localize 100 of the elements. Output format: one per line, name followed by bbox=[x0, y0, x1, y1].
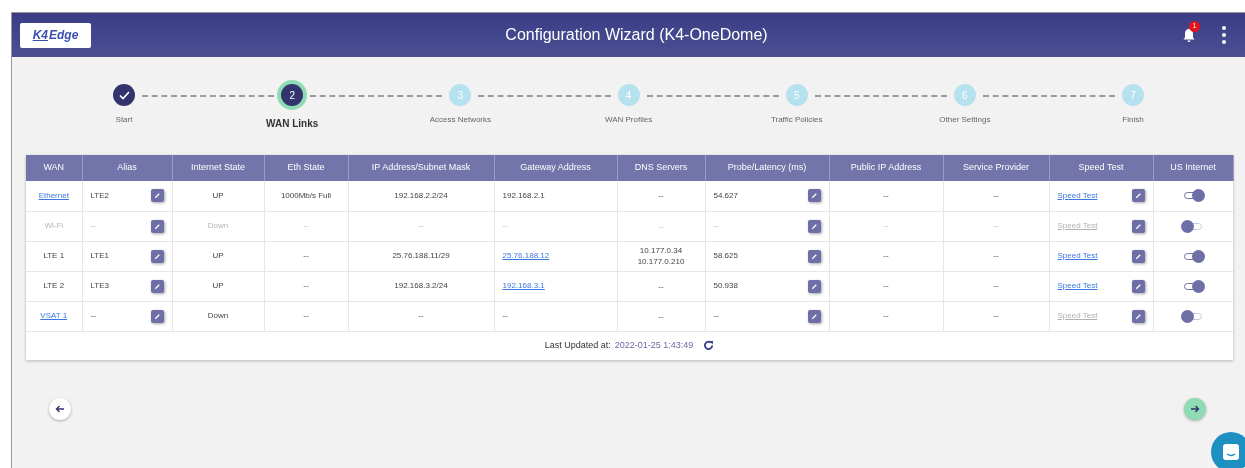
pencil-icon bbox=[1134, 222, 1142, 230]
step-label: Access Networks bbox=[429, 114, 492, 126]
internet-state: UP bbox=[212, 251, 224, 260]
internet-state: UP bbox=[212, 281, 224, 290]
wan-link[interactable]: Ethernet bbox=[38, 190, 69, 200]
column-header: Probe/Latency (ms) bbox=[705, 155, 829, 181]
eth-state: -- bbox=[303, 281, 309, 290]
dns-server: -- bbox=[658, 220, 664, 232]
column-header: Speed Test bbox=[1049, 155, 1153, 181]
alias-text: LTE2 bbox=[90, 189, 110, 202]
service-provider: -- bbox=[993, 190, 999, 200]
pencil-icon bbox=[153, 252, 161, 260]
column-header: Eth State bbox=[264, 155, 348, 181]
gateway-address: -- bbox=[502, 221, 508, 230]
ip-address: -- bbox=[418, 221, 424, 230]
dns-server: 10.177.0.34 bbox=[639, 245, 683, 256]
bell-icon[interactable] bbox=[1182, 27, 1196, 43]
edit-button[interactable] bbox=[1131, 249, 1145, 263]
internet-state: Down bbox=[207, 311, 229, 320]
edit-button[interactable] bbox=[1131, 189, 1145, 203]
gateway-link[interactable]: 192.168.3.1 bbox=[502, 281, 545, 290]
latency-value: 58.625 bbox=[713, 250, 738, 262]
service-provider: -- bbox=[993, 311, 999, 320]
pencil-icon bbox=[153, 282, 161, 290]
dns-server: -- bbox=[658, 190, 664, 202]
step-number: 3 bbox=[449, 84, 472, 106]
logo: K4Edge bbox=[20, 22, 91, 48]
edit-button[interactable] bbox=[807, 249, 821, 263]
ip-address: -- bbox=[418, 311, 424, 320]
step-label: WAN Links bbox=[266, 117, 319, 131]
edit-button[interactable] bbox=[150, 279, 164, 293]
edit-button[interactable] bbox=[807, 189, 821, 203]
alias-text: -- bbox=[90, 220, 96, 232]
eth-state: -- bbox=[303, 311, 309, 320]
arrow-left-icon bbox=[55, 403, 65, 414]
ip-address: 192.168.3.2/24 bbox=[394, 281, 448, 290]
chat-button[interactable] bbox=[1211, 432, 1245, 468]
edit-button[interactable] bbox=[150, 189, 164, 203]
column-header: DNS Servers bbox=[617, 155, 705, 181]
service-provider: -- bbox=[993, 221, 999, 230]
wan-name: LTE 1 bbox=[43, 251, 65, 260]
pencil-icon bbox=[810, 192, 818, 200]
step-label: WAN Profiles bbox=[604, 114, 653, 126]
window-title: Configuration Wizard (K4-OneDome) bbox=[505, 25, 768, 45]
refresh-icon[interactable] bbox=[703, 340, 715, 351]
column-header: WAN bbox=[26, 155, 82, 181]
edit-button[interactable] bbox=[1131, 309, 1145, 323]
ip-address: 192.168.2.2/24 bbox=[394, 190, 448, 200]
last-updated-time: 2022-01-25 1:43:49 bbox=[614, 338, 694, 352]
column-header: Public IP Address bbox=[829, 155, 943, 181]
service-provider: -- bbox=[993, 281, 999, 290]
public-ip: -- bbox=[883, 221, 889, 230]
step-label: Other Settings bbox=[939, 114, 991, 126]
pencil-icon bbox=[153, 312, 161, 320]
pencil-icon bbox=[810, 312, 818, 320]
step-number: 2 bbox=[281, 84, 304, 106]
back-button[interactable] bbox=[49, 397, 71, 420]
wan-name: LTE 2 bbox=[43, 281, 65, 290]
speed-test-link[interactable]: Speed Test bbox=[1057, 189, 1098, 202]
eth-state: -- bbox=[303, 221, 309, 230]
dns-server: -- bbox=[658, 310, 664, 322]
ip-address: 25.76.188.11/29 bbox=[392, 251, 450, 260]
gateway-address: -- bbox=[502, 311, 508, 320]
public-ip: -- bbox=[883, 281, 889, 290]
alias-text: LTE3 bbox=[90, 280, 110, 292]
dns-server: -- bbox=[658, 280, 664, 292]
alias-text: LTE1 bbox=[90, 250, 110, 262]
column-header: Internet State bbox=[172, 155, 264, 181]
step-number: 7 bbox=[1122, 84, 1145, 106]
pencil-icon bbox=[1134, 282, 1142, 290]
step-number: 6 bbox=[953, 84, 976, 106]
gateway-address: 192.168.2.1 bbox=[502, 190, 545, 200]
public-ip: -- bbox=[883, 311, 889, 320]
pencil-icon bbox=[153, 192, 161, 200]
pencil-icon bbox=[1134, 192, 1142, 200]
speed-test-link[interactable]: Speed Test bbox=[1057, 250, 1098, 262]
latency-value: 50.938 bbox=[713, 280, 738, 292]
step-label: Start bbox=[115, 114, 133, 126]
wan-link[interactable]: VSAT 1 bbox=[40, 311, 68, 320]
edit-button[interactable] bbox=[1131, 279, 1145, 293]
speed-test-link[interactable]: Speed Test bbox=[1057, 280, 1098, 292]
dns-server: 10.177.0.210 bbox=[637, 256, 685, 267]
alias-text: -- bbox=[90, 310, 96, 322]
edit-button[interactable] bbox=[807, 309, 821, 323]
pencil-icon bbox=[153, 222, 161, 230]
step-number: 5 bbox=[785, 84, 808, 106]
edit-button[interactable] bbox=[807, 279, 821, 293]
next-button[interactable] bbox=[1184, 397, 1206, 420]
internet-state: UP bbox=[212, 190, 224, 200]
latency-value: 54.627 bbox=[713, 189, 738, 202]
edit-button[interactable] bbox=[150, 249, 164, 263]
gateway-link[interactable]: 25.76.188.12 bbox=[502, 251, 550, 260]
column-header: US Internet bbox=[1153, 155, 1233, 181]
column-header: Gateway Address bbox=[494, 155, 617, 181]
step-number: 4 bbox=[617, 84, 640, 106]
edit-button[interactable] bbox=[150, 309, 164, 323]
public-ip: -- bbox=[883, 251, 889, 260]
column-header: Alias bbox=[82, 155, 172, 181]
internet-state: Down bbox=[207, 221, 229, 230]
more-menu-icon[interactable] bbox=[1221, 25, 1227, 45]
